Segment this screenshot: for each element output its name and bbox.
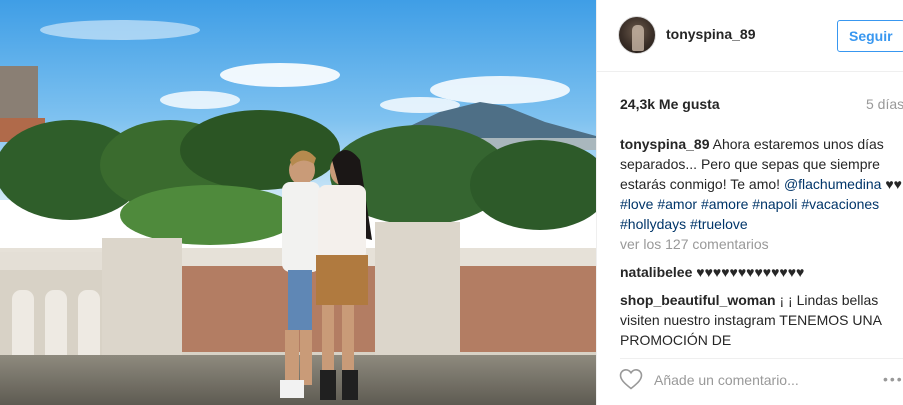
header-username[interactable]: tonyspina_89	[666, 26, 755, 42]
hashtag-truelove[interactable]: #truelove	[690, 216, 748, 232]
hashtag-hollydays[interactable]: #hollydays	[620, 216, 686, 232]
post-header: tonyspina_89 Seguir	[597, 0, 903, 72]
post-time[interactable]: 5 días	[866, 96, 903, 112]
caption-hearts: ♥♥	[881, 176, 902, 192]
photo-illustration	[0, 0, 596, 405]
hashtag-amore[interactable]: #amore	[701, 196, 748, 212]
comments-list: tonyspina_89 Ahora estaremos unos días s…	[620, 134, 903, 345]
comment-item: shop_beautiful_woman ¡ ¡ Lindas bellas v…	[620, 290, 903, 345]
post-sidebar: tonyspina_89 Seguir 24,3k Me gusta 5 día…	[596, 0, 903, 405]
stats-row: 24,3k Me gusta 5 días	[620, 96, 903, 116]
comment-username[interactable]: natalibelee	[620, 264, 692, 280]
heart-outline-icon[interactable]	[619, 368, 643, 390]
comment-username[interactable]: shop_beautiful_woman	[620, 292, 776, 308]
comment-text: ♥♥♥♥♥♥♥♥♥♥♥♥♥	[692, 264, 805, 280]
add-comment-input[interactable]	[654, 370, 844, 390]
instagram-post: tonyspina_89 Seguir 24,3k Me gusta 5 día…	[0, 0, 903, 405]
hashtag-amor[interactable]: #amor	[657, 196, 697, 212]
actions-bar: •••	[597, 359, 903, 405]
hashtag-vacaciones[interactable]: #vacaciones	[801, 196, 879, 212]
hashtag-love[interactable]: #love	[620, 196, 653, 212]
comment-item: natalibelee ♥♥♥♥♥♥♥♥♥♥♥♥♥	[620, 262, 903, 282]
post-photo[interactable]	[0, 0, 596, 405]
avatar[interactable]	[618, 16, 656, 54]
caption-mention[interactable]: @flachumedina	[784, 176, 882, 192]
caption: tonyspina_89 Ahora estaremos unos días s…	[620, 134, 903, 234]
follow-button[interactable]: Seguir	[837, 20, 903, 52]
view-all-comments-link[interactable]: ver los 127 comentarios	[620, 234, 903, 254]
ellipsis-icon[interactable]: •••	[883, 371, 903, 387]
hashtag-napoli[interactable]: #napoli	[752, 196, 797, 212]
caption-username[interactable]: tonyspina_89	[620, 136, 709, 152]
likes-count[interactable]: 24,3k Me gusta	[620, 96, 720, 112]
avatar-figure	[632, 25, 644, 51]
